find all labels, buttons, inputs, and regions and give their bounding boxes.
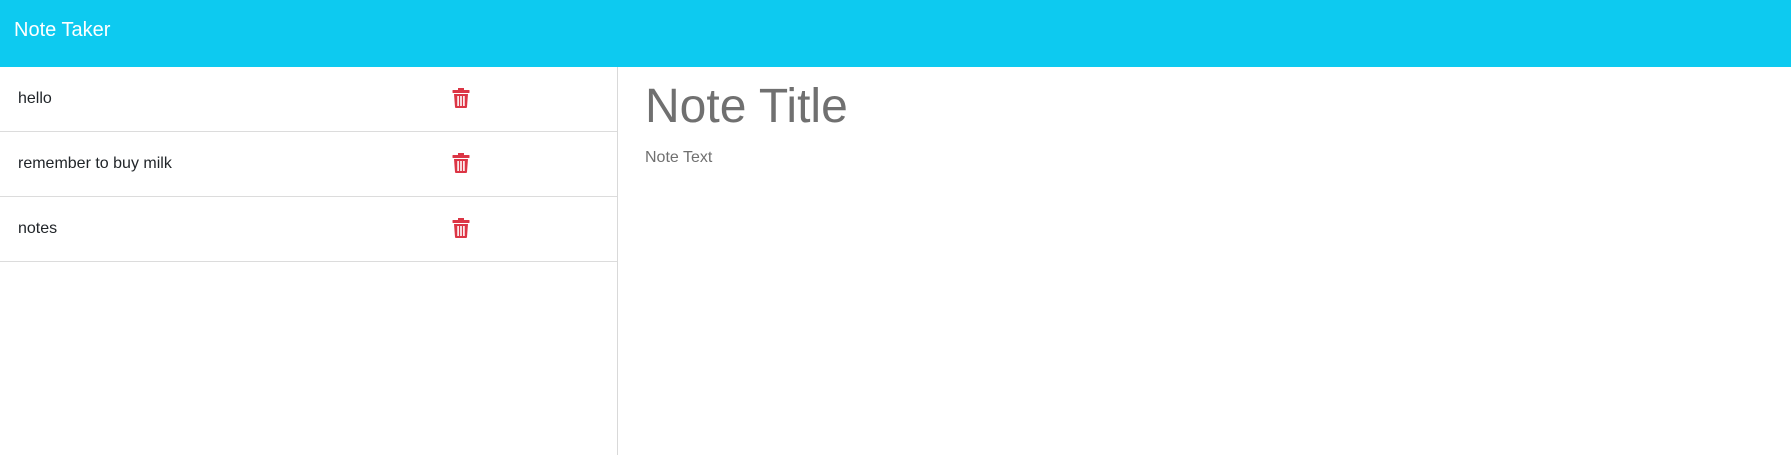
trash-icon (452, 153, 470, 173)
note-list-item[interactable]: hello (0, 67, 617, 132)
trash-icon (452, 218, 470, 238)
note-title-input[interactable] (645, 79, 1345, 135)
trash-icon (452, 88, 470, 108)
note-list-panel: hello remember to buy milk notes (0, 67, 618, 455)
delete-note-button[interactable] (452, 88, 470, 108)
note-list-item[interactable]: remember to buy milk (0, 132, 617, 197)
note-list-item[interactable]: notes (0, 197, 617, 262)
navbar: Note Taker (0, 0, 1791, 67)
note-item-title: remember to buy milk (18, 155, 172, 172)
brand-link[interactable]: Note Taker (14, 18, 110, 42)
delete-note-button[interactable] (452, 153, 470, 173)
delete-note-button[interactable] (452, 218, 470, 238)
note-item-title: hello (18, 90, 52, 107)
note-item-title: notes (18, 220, 58, 237)
note-list: hello remember to buy milk notes (0, 67, 617, 262)
note-text-input[interactable] (645, 148, 1745, 428)
note-editor (618, 67, 1791, 455)
